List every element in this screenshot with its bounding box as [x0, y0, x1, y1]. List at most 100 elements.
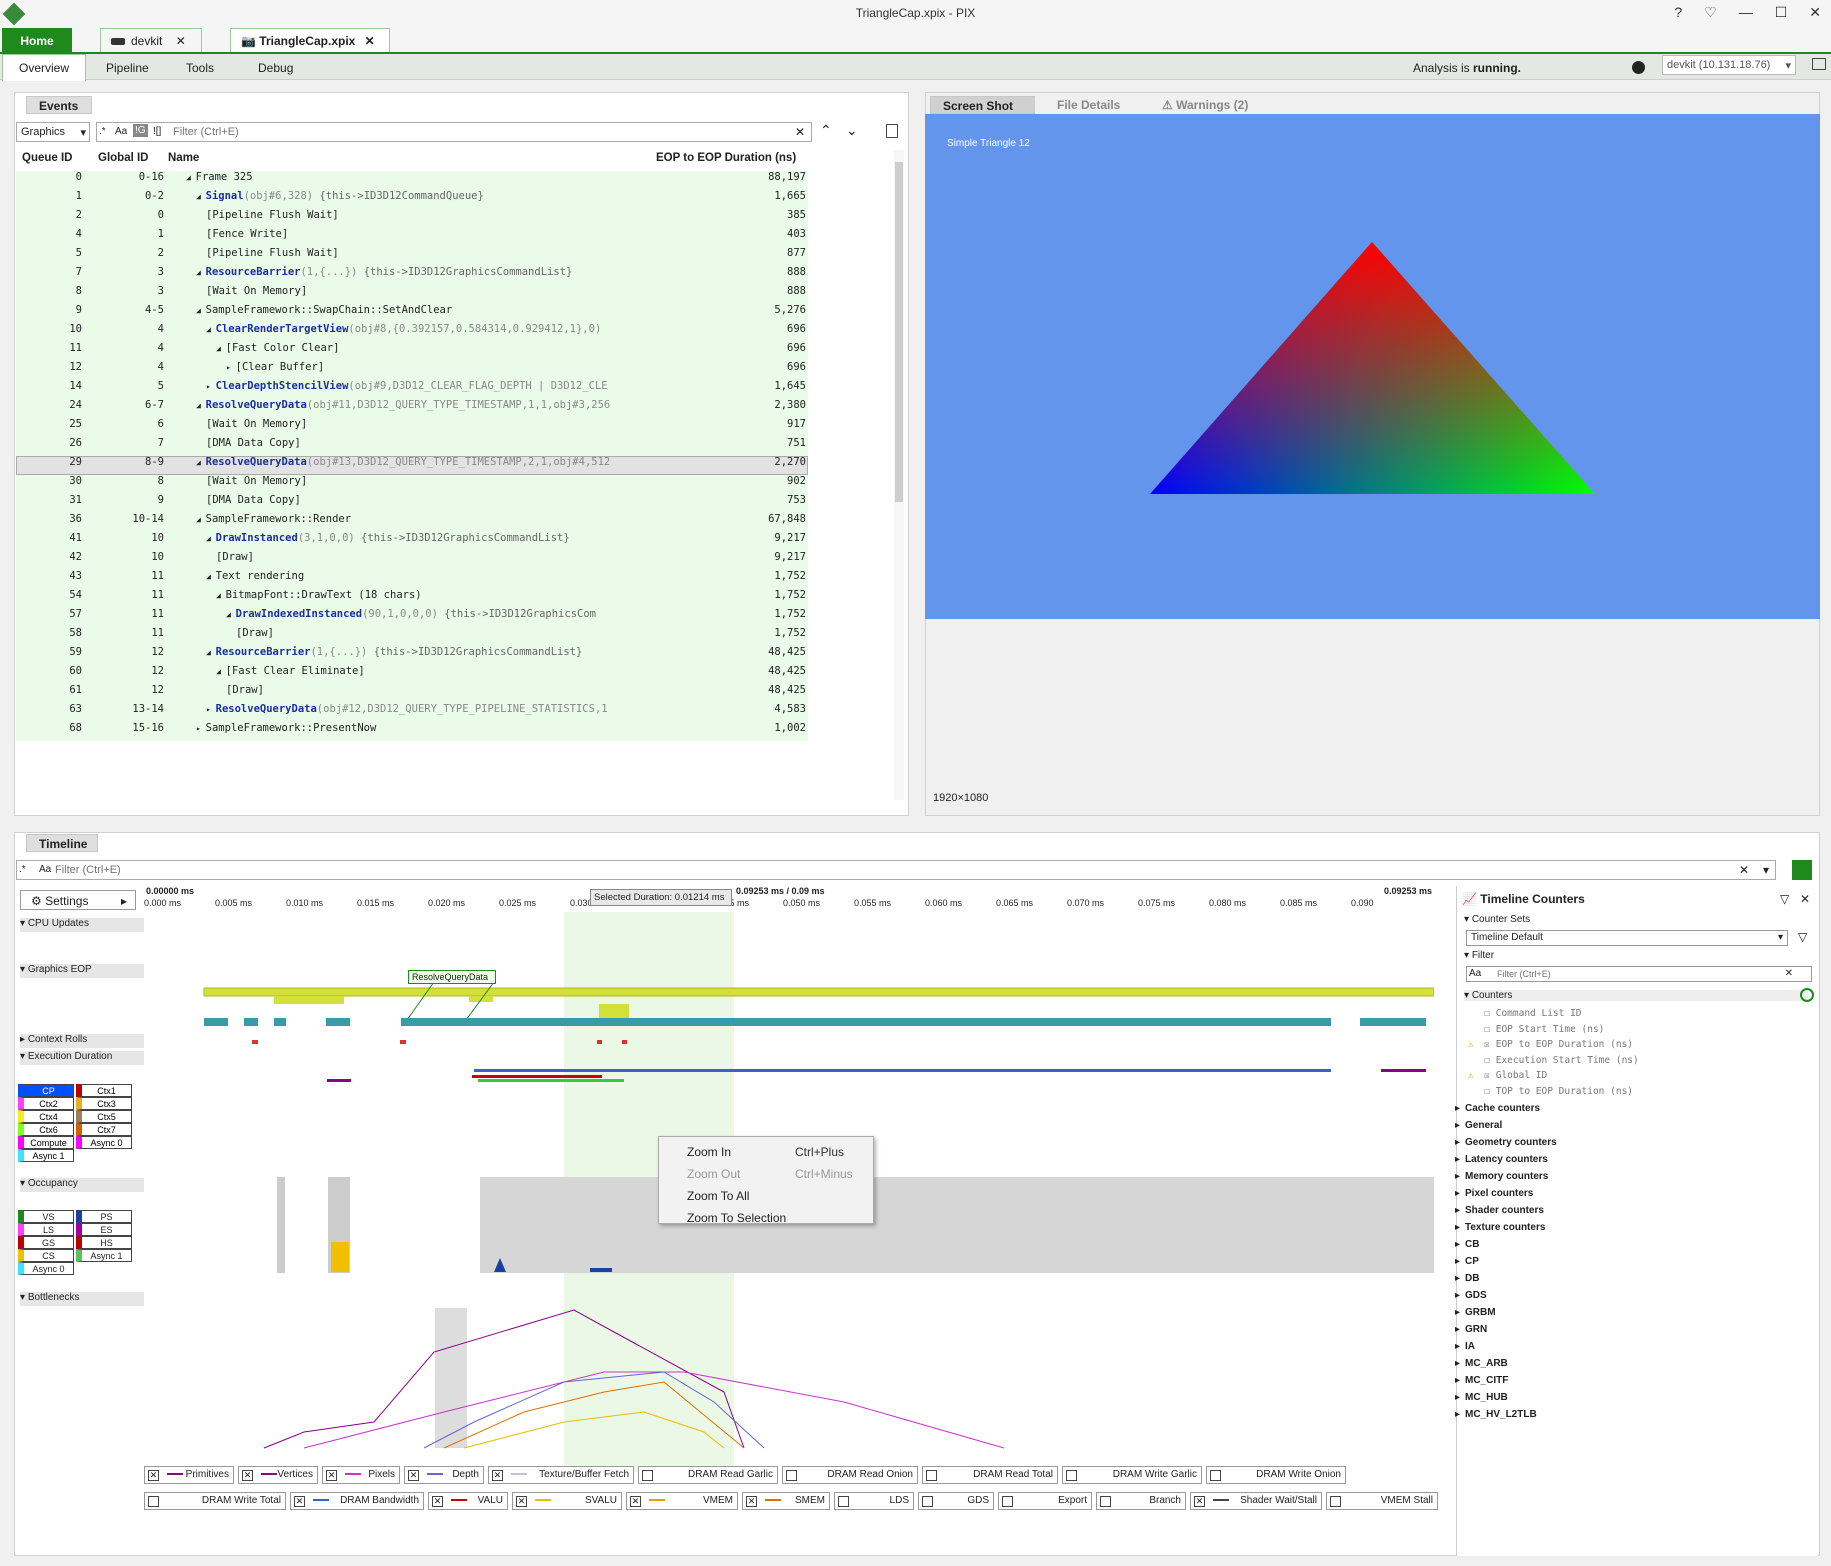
table-row[interactable]: 2 0 385 [Pipeline Flush Wait]: [16, 206, 808, 228]
clipboard-icon[interactable]: [886, 124, 898, 138]
tab-screenshot[interactable]: Screen Shot: [930, 96, 1035, 114]
maximize-icon[interactable]: ☐: [1775, 4, 1788, 21]
expander-icon[interactable]: ◢: [206, 534, 216, 543]
counter-set-select[interactable]: Timeline Default ▾: [1466, 930, 1788, 946]
bottleneck-checkbox[interactable]: ✕ VMEM: [626, 1492, 738, 1510]
table-row[interactable]: 30 8 902 [Wait On Memory]: [16, 472, 808, 494]
bottleneck-checkbox[interactable]: Branch: [1096, 1492, 1186, 1510]
bottleneck-checkbox[interactable]: ✕ Vertices: [238, 1466, 318, 1484]
expander-icon[interactable]: ◢: [216, 667, 226, 676]
bottleneck-checkbox[interactable]: DRAM Read Garlic: [638, 1466, 778, 1484]
table-row[interactable]: 9 4-5 5,276 ◢ SampleFramework::SwapChain::S…: [16, 301, 808, 323]
counter-group[interactable]: MC_ARB: [1455, 1358, 1508, 1369]
expander-icon[interactable]: ◢: [206, 648, 216, 657]
tab-pipeline[interactable]: Pipeline: [106, 61, 149, 75]
expander-icon[interactable]: ◢: [196, 306, 206, 315]
table-row[interactable]: 59 12 48,425 ◢ ResourceBarrier(1,{...}) {th…: [16, 643, 808, 665]
clear-filter-icon[interactable]: ✕: [1785, 968, 1793, 979]
counter-group[interactable]: Texture counters: [1455, 1222, 1545, 1233]
bottleneck-checkbox[interactable]: DRAM Write Total: [144, 1492, 286, 1510]
table-row[interactable]: 60 12 48,425 ◢ [Fast Clear Eliminate]: [16, 662, 808, 684]
bottleneck-checkbox[interactable]: DRAM Write Onion: [1206, 1466, 1346, 1484]
counter-item[interactable]: ☐ EOP Start Time (ns): [1484, 1024, 1604, 1035]
bottleneck-checkbox[interactable]: Export: [998, 1492, 1092, 1510]
tab-warnings[interactable]: ⚠ Warnings (2): [1162, 98, 1248, 112]
expander-icon[interactable]: ◢: [206, 325, 216, 334]
clear-filter-icon[interactable]: ✕: [795, 125, 805, 139]
bottleneck-checkbox[interactable]: DRAM Write Garlic: [1062, 1466, 1202, 1484]
close-tab-icon[interactable]: ✕: [365, 34, 375, 48]
close-icon[interactable]: ✕: [1809, 4, 1821, 21]
bottleneck-checkbox[interactable]: ✕ Pixels: [322, 1466, 400, 1484]
counter-item[interactable]: ☐ Execution Start Time (ns): [1484, 1055, 1639, 1066]
regex-toggle[interactable]: .*: [99, 126, 106, 137]
lane-eop[interactable]: ▾ Graphics EOP: [20, 964, 144, 978]
bottleneck-checkbox[interactable]: ✕ SVALU: [512, 1492, 622, 1510]
counter-group[interactable]: DB: [1455, 1273, 1480, 1284]
counter-group[interactable]: MC_HV_L2TLB: [1455, 1409, 1537, 1420]
table-row[interactable]: 54 11 1,752 ◢ BitmapFont::DrawText (18 char…: [16, 586, 808, 608]
expander-icon[interactable]: ▸: [206, 705, 216, 714]
counter-group[interactable]: GRN: [1455, 1324, 1487, 1335]
tab-devkit[interactable]: devkit ✕: [100, 28, 202, 52]
tab-home[interactable]: Home: [2, 28, 72, 52]
dropdown-icon[interactable]: ▽: [1780, 892, 1789, 906]
table-row[interactable]: 42 10 9,217 [Draw]: [16, 548, 808, 570]
bottleneck-checkbox[interactable]: GDS: [918, 1492, 994, 1510]
counter-group[interactable]: Latency counters: [1455, 1154, 1548, 1165]
lane-exec[interactable]: ▾ Execution Duration: [20, 1051, 144, 1065]
table-row[interactable]: 68 15-16 1,002 ▸ SampleFramework::PresentNo…: [16, 719, 808, 741]
counter-group[interactable]: CB: [1455, 1239, 1480, 1250]
bottleneck-checkbox[interactable]: ✕ Depth: [404, 1466, 484, 1484]
counter-group[interactable]: GRBM: [1455, 1307, 1495, 1318]
expander-icon[interactable]: ▸: [206, 382, 216, 391]
add-counter-icon[interactable]: [1800, 988, 1814, 1002]
lane-bottlenecks[interactable]: ▾ Bottlenecks: [20, 1292, 144, 1306]
settings-button[interactable]: ⚙ Settings ▸: [20, 890, 136, 910]
expander-icon[interactable]: ◢: [216, 344, 226, 353]
expander-icon[interactable]: ◢: [196, 401, 206, 410]
bottleneck-checkbox[interactable]: ✕ DRAM Bandwidth: [290, 1492, 424, 1510]
bottleneck-checkbox[interactable]: ✕ Primitives: [144, 1466, 234, 1484]
table-row[interactable]: 4 1 403 [Fence Write]: [16, 225, 808, 247]
expander-icon[interactable]: ◢: [196, 268, 206, 277]
lane-context-rolls[interactable]: ▸ Context Rolls: [20, 1034, 144, 1048]
counter-item[interactable]: ☐ TOP to EOP Duration (ns): [1484, 1086, 1633, 1097]
menu-item-label[interactable]: Zoom To Selection: [687, 1211, 786, 1225]
table-row[interactable]: 11 4 696 ◢ [Fast Color Clear]: [16, 339, 808, 361]
minimize-icon[interactable]: —: [1739, 4, 1753, 21]
table-row[interactable]: 0 0-16 88,197 ◢ Frame 325: [16, 168, 808, 190]
expander-icon[interactable]: ◢: [226, 610, 236, 619]
table-row[interactable]: 41 10 9,217 ◢ DrawInstanced(3,1,0,0) {this-…: [16, 529, 808, 551]
table-row[interactable]: 10 4 696 ◢ ClearRenderTargetView(obj#8,{0.3…: [16, 320, 808, 342]
bottleneck-checkbox[interactable]: DRAM Read Onion: [782, 1466, 918, 1484]
filter-icon[interactable]: ▽: [1798, 930, 1807, 944]
counter-group[interactable]: Pixel counters: [1455, 1188, 1533, 1199]
table-row[interactable]: 57 11 1,752 ◢ DrawIndexedInstanced(90,1,0,0…: [16, 605, 808, 627]
bottleneck-checkbox[interactable]: DRAM Read Total: [922, 1466, 1058, 1484]
table-row[interactable]: 31 9 753 [DMA Data Copy]: [16, 491, 808, 513]
timeline-filter-input[interactable]: [55, 862, 1655, 878]
tab-file-details[interactable]: File Details: [1057, 98, 1120, 112]
col-queue-id[interactable]: Queue ID: [22, 152, 72, 164]
events-filter-input[interactable]: [173, 124, 773, 140]
expander-icon[interactable]: ◢: [196, 458, 206, 467]
counter-item[interactable]: ⚠ ☒ Global ID: [1468, 1070, 1547, 1081]
table-row[interactable]: 63 13-14 4,583 ▸ ResolveQueryData(obj#12,D3…: [16, 700, 808, 722]
bottleneck-checkbox[interactable]: ✕ Shader Wait/Stall: [1190, 1492, 1322, 1510]
bottleneck-checkbox[interactable]: VMEM Stall: [1326, 1492, 1438, 1510]
expander-icon[interactable]: ◢: [196, 192, 206, 201]
chevron-down-icon[interactable]: ▾: [1763, 863, 1769, 877]
bottleneck-checkbox[interactable]: ✕ VALU: [428, 1492, 508, 1510]
table-row[interactable]: 1 0-2 1,665 ◢ Signal(obj#6,328) {this->ID3D…: [16, 187, 808, 209]
expander-icon[interactable]: ▸: [226, 363, 236, 372]
bottleneck-checkbox[interactable]: ✕ SMEM: [742, 1492, 830, 1510]
table-row[interactable]: 58 11 1,752 [Draw]: [16, 624, 808, 646]
expander-icon[interactable]: ◢: [196, 515, 206, 524]
table-row[interactable]: 36 10-14 67,848 ◢ SampleFramework::Render: [16, 510, 808, 532]
tab-overview[interactable]: Overview: [2, 54, 87, 81]
table-row[interactable]: 14 5 1,645 ▸ ClearDepthStencilView(obj#9,D3…: [16, 377, 808, 399]
bottleneck-checkbox[interactable]: LDS: [834, 1492, 914, 1510]
tab-capture[interactable]: 📷 TriangleCap.xpix ✕: [230, 28, 390, 52]
lane-cpu[interactable]: ▾ CPU Updates: [20, 918, 144, 932]
